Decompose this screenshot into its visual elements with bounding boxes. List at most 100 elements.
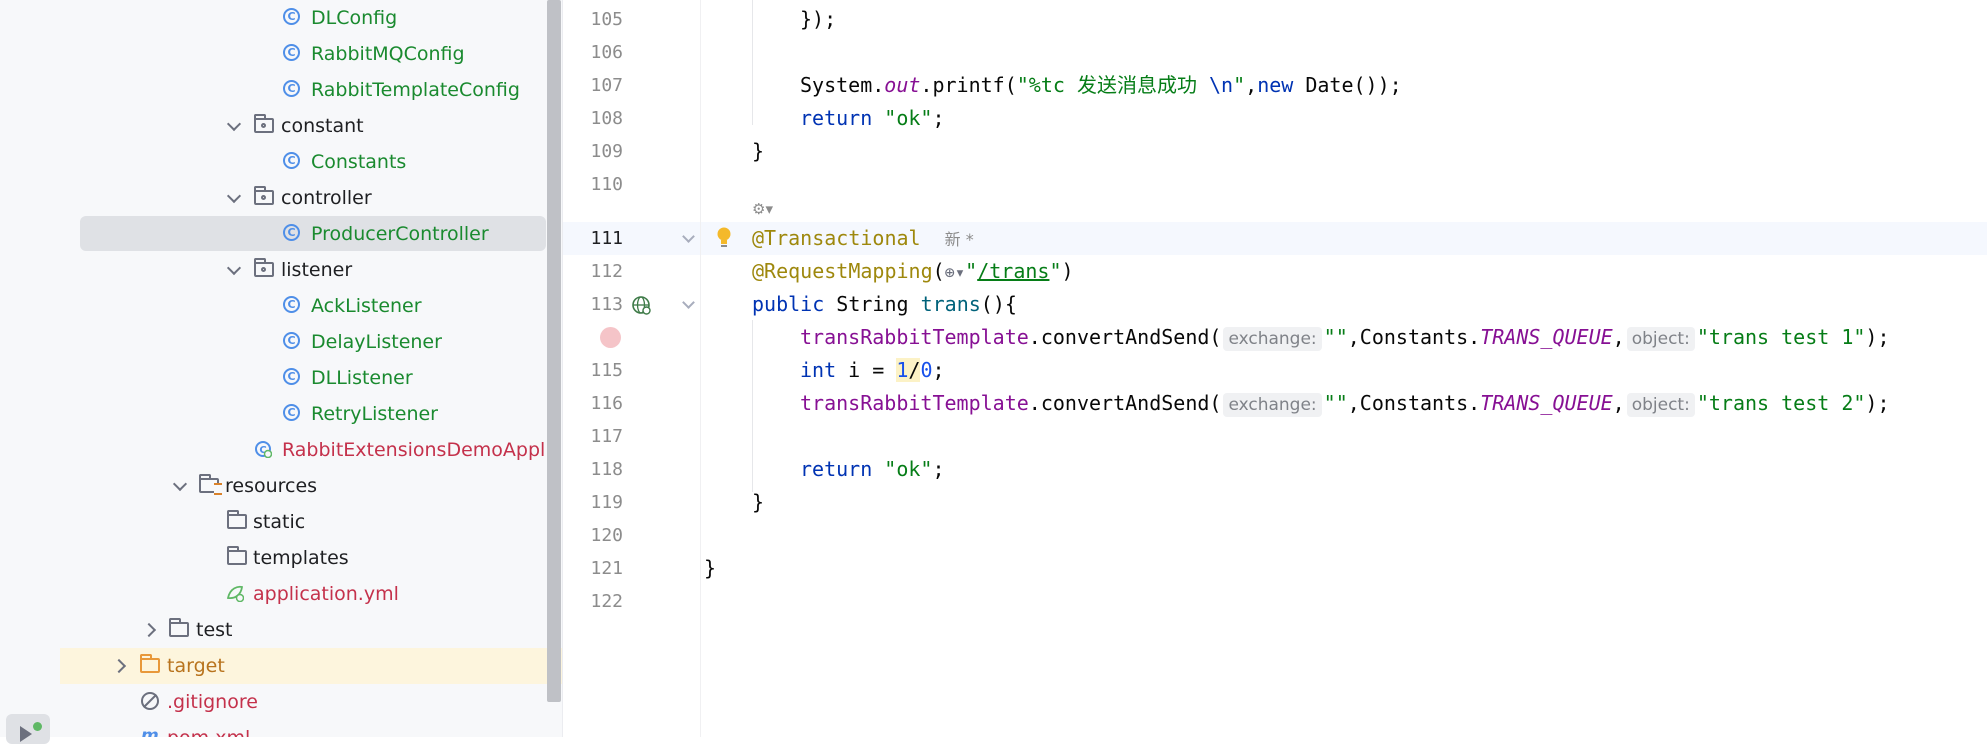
chevron-right-icon[interactable] [141,622,157,638]
code-token: } [752,139,765,163]
tree-item-label: test [196,619,233,641]
tree-item-dlconfig[interactable]: C DLConfig [60,0,562,36]
tree-item-constant[interactable]: constant [60,108,562,144]
tree-item-dllistener[interactable]: C DLListener [60,360,562,396]
code-token: ); [1865,325,1890,349]
tree-item-rabbitmqconfig[interactable]: C RabbitMQConfig [60,36,562,72]
tree-item-listener[interactable]: listener [60,252,562,288]
tree-item-rabbittemplateconfig[interactable]: C RabbitTemplateConfig [60,72,562,108]
code-token: , [1612,325,1625,349]
class-icon: C [283,332,300,349]
code-token: 1 [896,358,909,382]
resources-folder-icon [199,474,222,495]
inlay-new-tag: 新 * [944,230,974,249]
tree-item-label: resources [225,475,318,497]
package-icon [254,114,274,133]
line-number: 107 [590,75,623,96]
chevron-down-icon[interactable] [172,476,188,492]
folder-icon [227,546,247,565]
code-token: , [1245,73,1258,97]
chevron-down-icon[interactable] [226,188,242,204]
tree-item-gitignore[interactable]: .gitignore [60,684,562,720]
tree-item-label: AckListener [311,295,422,317]
line-number: 108 [590,108,623,129]
code-token: out [884,73,921,97]
code-token: ; [932,106,945,130]
code-token: " [1049,259,1062,283]
tree-item-application-class[interactable]: C RabbitExtensionsDemoApplication [60,432,562,468]
line-number: 109 [590,141,623,162]
code-line-107: System.out.printf("%tc 发送消息成功 \n",new Da… [800,69,1402,102]
gutter-separator [700,0,701,737]
code-token: "ok" [884,457,933,481]
code-token: ) [1061,259,1074,283]
line-number: 121 [590,558,623,579]
tree-item-label: listener [281,259,353,281]
code-line-114: transRabbitTemplate.convertAndSend(excha… [800,321,1890,354]
code-line-112: @RequestMapping(⊕▾"/trans") [752,255,1074,288]
code-token: public [752,292,825,316]
tree-scrollbar[interactable] [547,0,561,702]
package-icon [254,258,274,277]
spring-boot-app-icon: C [255,441,272,458]
globe-icon[interactable]: ⊕▾ [945,263,965,283]
tree-item-producercontroller[interactable]: C ProducerController [60,216,562,252]
tree-item-label: application.yml [253,583,399,605]
code-token: new [1257,73,1294,97]
tree-item-pom[interactable]: m pom.xml [60,720,562,737]
code-token: \n [1209,73,1234,97]
code-line-111: @Transactional 新 * [752,222,974,255]
tree-item-application-yml[interactable]: application.yml [60,576,562,612]
chevron-down-icon[interactable] [226,260,242,276]
code-token: "%tc 发送消息成功 [1016,73,1209,97]
tree-item-constants[interactable]: C Constants [60,144,562,180]
tree-item-label: RabbitExtensionsDemoApplication [282,439,562,461]
code-token: 0 [920,358,933,382]
intention-bulb-icon[interactable] [716,226,732,252]
tree-item-templates[interactable]: templates [60,540,562,576]
package-icon [254,186,274,205]
tree-item-acklistener[interactable]: C AckListener [60,288,562,324]
code-token: "" [1323,391,1348,415]
tree-item-test[interactable]: test [60,612,562,648]
chevron-right-icon[interactable] [111,658,127,674]
class-icon: C [283,224,300,241]
code-token: , [1612,391,1625,415]
tree-item-resources[interactable]: resources [60,468,562,504]
chevron-down-icon[interactable] [226,116,242,132]
code-token: .convertAndSend( [1028,325,1222,349]
tree-item-label: templates [253,547,349,569]
tree-item-label: constant [281,115,364,137]
tree-item-retrylistener[interactable]: C RetryListener [60,396,562,432]
left-tool-strip [0,0,60,744]
ai-assistant-icon[interactable]: ⚙▾ [752,200,773,218]
code-token: "ok" [884,106,933,130]
line-number: 119 [590,492,623,513]
run-button[interactable] [6,714,50,744]
tree-item-label: RabbitTemplateConfig [311,79,520,101]
tree-item-label: DLListener [311,367,413,389]
breakpoint-icon[interactable] [600,327,621,348]
excluded-folder-icon [140,654,160,673]
class-icon: C [283,8,300,25]
code-line-116: transRabbitTemplate.convertAndSend(excha… [800,387,1890,420]
code-token: transRabbitTemplate [800,325,1029,349]
line-number: 111 [590,228,623,249]
code-token: ,Constants. [1347,391,1481,415]
tree-item-label: .gitignore [167,691,258,713]
code-token: TRANS_QUEUE [1480,325,1613,349]
spring-config-icon [226,585,244,602]
web-endpoint-icon[interactable] [631,295,652,316]
tree-item-controller[interactable]: controller [60,180,562,216]
tree-item-target[interactable]: target [60,648,562,684]
class-icon: C [283,44,300,61]
tree-item-static[interactable]: static [60,504,562,540]
line-number: 117 [590,426,623,447]
code-token[interactable]: /trans [977,259,1049,283]
tree-item-label: controller [281,187,372,209]
run-icon [20,726,32,742]
folder-icon [227,510,247,529]
tree-item-delaylistener[interactable]: C DelayListener [60,324,562,360]
